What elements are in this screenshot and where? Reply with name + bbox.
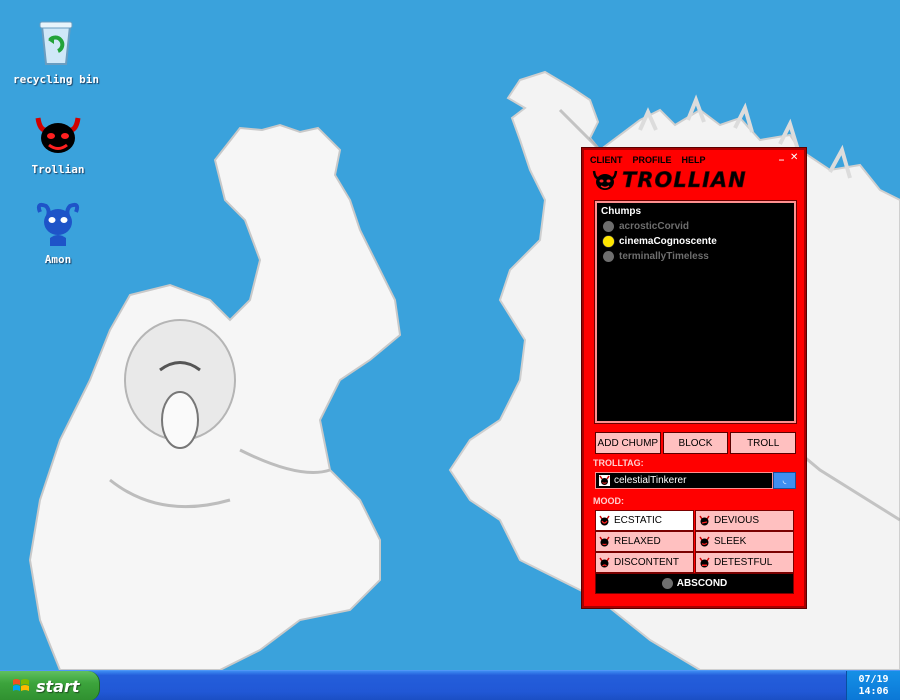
add-chump-button[interactable]: ADD CHUMP: [595, 432, 661, 454]
chum-item[interactable]: acrosticCorvid: [603, 219, 689, 233]
mood-ecstatic-button[interactable]: ECSTATIC: [595, 510, 694, 531]
mood-detestful-button[interactable]: DETESTFUL: [695, 552, 794, 573]
desktop-icon-label: recycling bin: [12, 73, 100, 86]
trollian-logo: TROLLIAN: [592, 168, 792, 194]
taskbar: start 07/19 14:06: [0, 670, 900, 700]
menu-bar: CLIENT PROFILE HELP: [590, 155, 706, 167]
chum-handle: acrosticCorvid: [619, 220, 690, 232]
mood-discontent-button[interactable]: DISCONTENT: [595, 552, 694, 573]
trollian-window[interactable]: CLIENT PROFILE HELP _ ✕ TROLLIAN Chumps …: [582, 148, 806, 608]
desktop-icon-trollian[interactable]: Trollian: [10, 108, 106, 176]
chum-handle: cinemaCognoscente: [619, 235, 717, 247]
trolltag-field[interactable]: celestialTinkerer: [595, 472, 773, 489]
trollian-head-icon: [35, 117, 81, 153]
chum-item[interactable]: cinemaCognoscente: [603, 234, 717, 248]
abscond-label: ABSCOND: [676, 578, 728, 589]
close-icon[interactable]: ✕: [790, 152, 798, 163]
tray-time: 14:06: [858, 686, 889, 697]
mood-label-text: DETESTFUL: [714, 557, 773, 568]
mood-label-text: RELAXED: [614, 536, 661, 547]
desktop-icon-amon[interactable]: Amon: [10, 198, 106, 266]
recycle-bin-icon: [39, 21, 73, 65]
mood-label-text: DEVIOUS: [714, 515, 760, 526]
devious-face-icon: [699, 515, 710, 526]
mood-relaxed-button[interactable]: RELAXED: [595, 531, 694, 552]
start-button[interactable]: start: [0, 671, 100, 700]
chum-item[interactable]: terminallyTimeless: [603, 249, 709, 263]
amon-head-icon: [36, 202, 80, 246]
chumroll-list[interactable]: Chumps acrosticCorvid cinemaCognoscente …: [594, 200, 797, 424]
chumroll-title: Chumps: [601, 206, 641, 217]
mood-sleek-button[interactable]: SLEEK: [695, 531, 794, 552]
start-label: start: [36, 676, 80, 696]
block-button[interactable]: BLOCK: [662, 432, 729, 454]
chum-action-buttons: ADD CHUMP BLOCK TROLL: [595, 432, 797, 454]
minimize-icon[interactable]: _: [779, 150, 784, 161]
mood-label-text: DISCONTENT: [614, 557, 679, 568]
trolltag-color-button[interactable]: ◟: [773, 472, 796, 489]
trollian-logo-text: TROLLIAN: [622, 168, 747, 193]
desktop-icon-label: Amon: [44, 253, 72, 266]
menu-help[interactable]: HELP: [682, 155, 706, 167]
relaxed-face-icon: [599, 536, 610, 547]
online-status-icon: [603, 235, 614, 247]
mood-selector: ECSTATIC DEVIOUS RELAXED SLEEK DISCONTEN…: [595, 510, 794, 594]
ecstatic-face-icon: [599, 515, 610, 526]
detestful-face-icon: [699, 557, 710, 568]
trollian-head-icon: [592, 170, 618, 190]
trolltag-label: TROLLTAG:: [593, 458, 644, 468]
sleek-face-icon: [699, 536, 710, 547]
desktop-icon-label: Trollian: [31, 163, 85, 176]
offline-status-icon: [661, 578, 673, 589]
trolltag-value: celestialTinkerer: [614, 475, 687, 486]
discontent-face-icon: [599, 557, 610, 568]
menu-profile[interactable]: PROFILE: [633, 155, 672, 167]
mood-label-text: SLEEK: [714, 536, 747, 547]
chum-handle: terminallyTimeless: [619, 250, 709, 262]
mood-label-text: ECSTATIC: [614, 515, 662, 526]
mood-devious-button[interactable]: DEVIOUS: [695, 510, 794, 531]
troll-button[interactable]: TROLL: [730, 432, 797, 454]
windows-logo-icon: [13, 679, 29, 691]
trolltag-mood-icon: [599, 475, 610, 486]
menu-client[interactable]: CLIENT: [590, 155, 623, 167]
mood-label: MOOD:: [593, 496, 624, 506]
tray-date: 07/19: [858, 674, 889, 685]
offline-status-icon: [603, 220, 614, 232]
desktop-icon-recycling-bin[interactable]: recycling bin: [8, 18, 104, 86]
offline-status-icon: [603, 250, 614, 262]
abscond-button[interactable]: ABSCOND: [595, 573, 794, 594]
system-tray-clock[interactable]: 07/19 14:06: [846, 671, 900, 700]
